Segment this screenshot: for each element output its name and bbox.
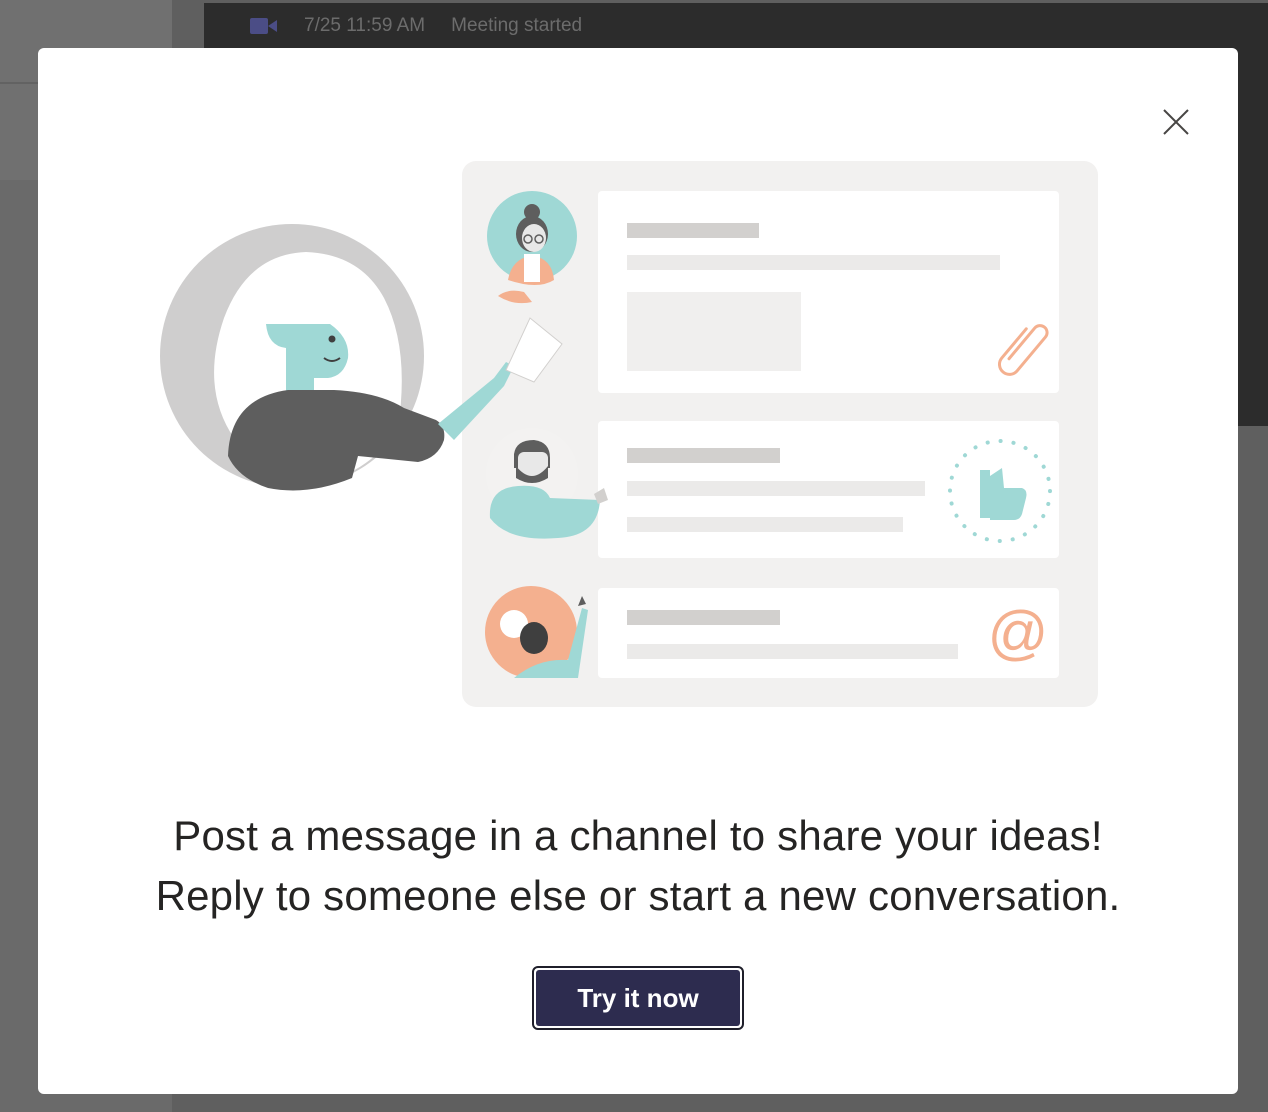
meeting-header: 7/25 11:59 AM Meeting started xyxy=(204,3,1268,49)
meeting-timestamp: 7/25 11:59 AM xyxy=(304,15,426,36)
headline-line-1: Post a message in a channel to share you… xyxy=(173,812,1103,859)
channel-conversation-illustration: @ xyxy=(160,161,1098,707)
close-button[interactable] xyxy=(1152,98,1200,146)
try-it-now-label: Try it now xyxy=(536,970,740,1026)
tip-dialog: @ Post a message in a channel to share y… xyxy=(38,48,1238,1094)
headline-line-2: Reply to someone else or start a new con… xyxy=(155,872,1121,919)
video-camera-icon xyxy=(250,16,278,36)
close-icon xyxy=(1163,109,1189,135)
dialog-headline: Post a message in a channel to share you… xyxy=(38,806,1238,926)
try-it-now-button[interactable]: Try it now xyxy=(532,966,744,1030)
meeting-status: Meeting started xyxy=(451,15,583,36)
mention-icon: @ xyxy=(988,599,1049,666)
